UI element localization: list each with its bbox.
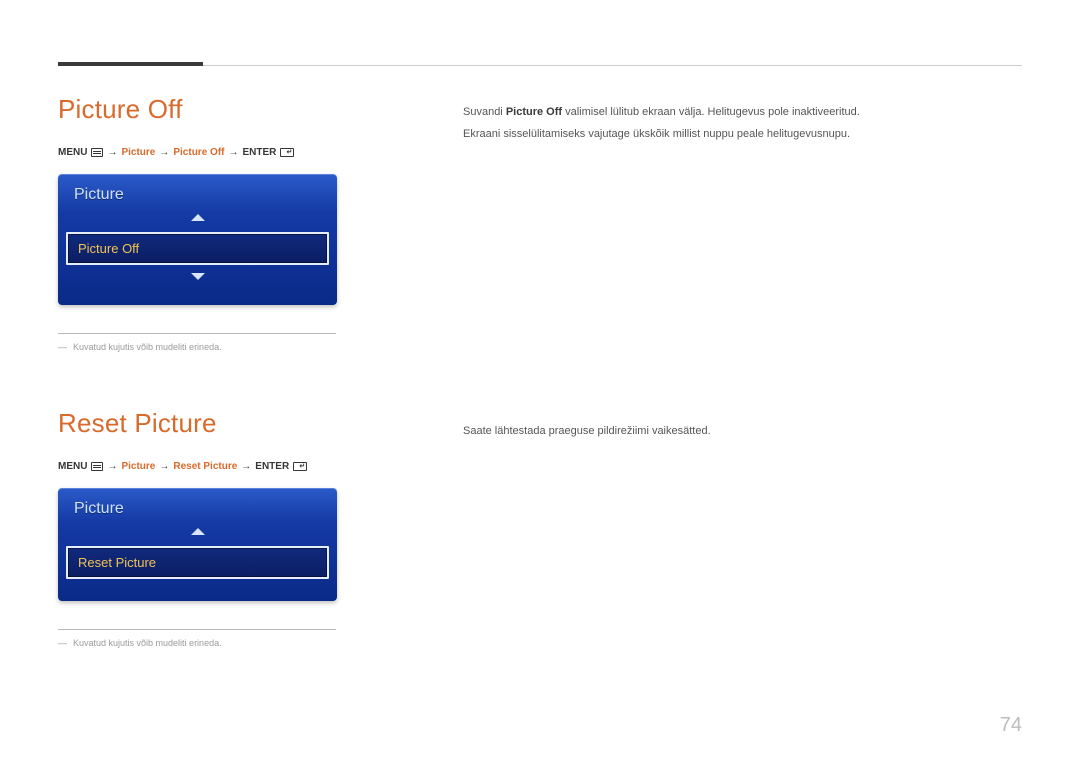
osd-selected-item[interactable]: Reset Picture (66, 546, 329, 579)
text-bold: Picture Off (506, 106, 562, 118)
header-divider-accent (58, 62, 203, 66)
body-text: Saate lähtestada praeguse pildirežiimi v… (463, 423, 1022, 441)
note-label: Kuvatud kujutis võib mudeliti erineda. (73, 638, 222, 648)
note-text: ― Kuvatud kujutis võib mudeliti erineda. (58, 638, 348, 648)
note-divider (58, 333, 336, 334)
text-fragment: Suvandi (463, 106, 506, 118)
breadcrumb-menu-label: MENU (58, 147, 87, 158)
arrow-icon: → (159, 147, 169, 158)
note-text: ― Kuvatud kujutis võib mudeliti erineda. (58, 342, 348, 352)
arrow-icon: → (241, 461, 251, 472)
content-columns: Picture Off MENU → Picture → Picture Off… (58, 58, 1022, 704)
menu-icon (91, 148, 103, 157)
left-column: Picture Off MENU → Picture → Picture Off… (58, 94, 348, 704)
text-fragment: valimisel lülitub ekraan välja. Helituge… (562, 106, 860, 118)
manual-page: Picture Off MENU → Picture → Picture Off… (0, 0, 1080, 763)
osd-up-row (58, 210, 337, 228)
menu-icon (91, 462, 103, 471)
osd-header: Picture (58, 488, 337, 524)
breadcrumb: MENU → Picture → Picture Off → ENTER (58, 147, 348, 158)
osd-menu: Picture Reset Picture (58, 488, 337, 601)
breadcrumb-menu-label: MENU (58, 461, 87, 472)
arrow-icon: → (159, 461, 169, 472)
body-group-2: Saate lähtestada praeguse pildirežiimi v… (463, 423, 1022, 441)
arrow-icon: → (107, 147, 117, 158)
chevron-up-icon[interactable] (191, 528, 205, 535)
enter-icon (293, 462, 307, 471)
note-divider (58, 629, 336, 630)
chevron-up-icon[interactable] (191, 214, 205, 221)
dash-icon: ― (58, 638, 67, 648)
section-title: Picture Off (58, 94, 348, 125)
note-label: Kuvatud kujutis võib mudeliti erineda. (73, 342, 222, 352)
osd-menu: Picture Picture Off (58, 174, 337, 305)
section-title: Reset Picture (58, 408, 348, 439)
section-picture-off: Picture Off MENU → Picture → Picture Off… (58, 94, 348, 352)
breadcrumb: MENU → Picture → Reset Picture → ENTER (58, 461, 348, 472)
breadcrumb-enter-label: ENTER (255, 461, 289, 472)
breadcrumb-item: Picture Off (173, 147, 224, 158)
osd-down-row (58, 269, 337, 287)
breadcrumb-enter-label: ENTER (242, 147, 276, 158)
arrow-icon: → (228, 147, 238, 158)
breadcrumb-item: Picture (121, 147, 155, 158)
body-text: Suvandi Picture Off valimisel lülitub ek… (463, 104, 1022, 122)
right-column: Suvandi Picture Off valimisel lülitub ek… (463, 94, 1022, 704)
dash-icon: ― (58, 342, 67, 352)
osd-up-row (58, 524, 337, 542)
arrow-icon: → (107, 461, 117, 472)
breadcrumb-item: Picture (121, 461, 155, 472)
section-reset-picture: Reset Picture MENU → Picture → Reset Pic… (58, 408, 348, 648)
breadcrumb-item: Reset Picture (173, 461, 237, 472)
osd-header: Picture (58, 174, 337, 210)
enter-icon (280, 148, 294, 157)
page-number: 74 (1000, 714, 1022, 737)
osd-selected-item[interactable]: Picture Off (66, 232, 329, 265)
body-text: Ekraani sisselülitamiseks vajutage ükskõ… (463, 126, 1022, 144)
chevron-down-icon[interactable] (191, 273, 205, 280)
